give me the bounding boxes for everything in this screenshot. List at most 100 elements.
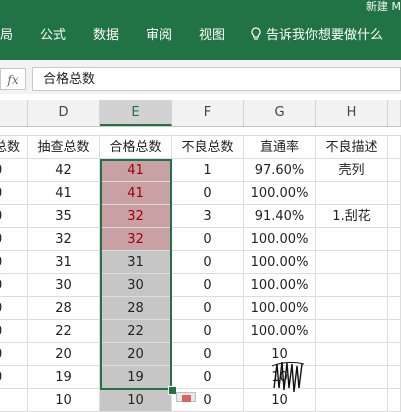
cell-h[interactable]: 壳列: [316, 159, 388, 182]
cell-g[interactable]: 91.40%: [244, 205, 316, 228]
tab-layout[interactable]: 局: [0, 24, 13, 43]
tab-formulas[interactable]: 公式: [40, 24, 66, 43]
cell-c[interactable]: 0: [0, 320, 28, 343]
cell-g[interactable]: 100.00%: [244, 320, 316, 343]
cell-h[interactable]: [316, 389, 388, 412]
cell-g[interactable]: 100.00%: [244, 182, 316, 205]
cell-i[interactable]: [388, 205, 401, 228]
cell-h[interactable]: 不良描述: [316, 136, 388, 159]
cell-e[interactable]: 19: [100, 366, 172, 389]
cell-e[interactable]: 31: [100, 251, 172, 274]
cell-i[interactable]: [388, 320, 401, 343]
cell-h[interactable]: [316, 343, 388, 366]
cell-d[interactable]: 42: [28, 159, 100, 182]
cell-g[interactable]: 100.00%: [244, 251, 316, 274]
cell-e[interactable]: 30: [100, 274, 172, 297]
cell-g[interactable]: 100.00%: [244, 228, 316, 251]
cell-h[interactable]: [316, 320, 388, 343]
cell-f[interactable]: 1: [172, 159, 244, 182]
cell-d[interactable]: 28: [28, 297, 100, 320]
cell-d[interactable]: 35: [28, 205, 100, 228]
cell-h[interactable]: [316, 274, 388, 297]
cell-d[interactable]: 20: [28, 343, 100, 366]
formula-input[interactable]: 合格总数: [32, 67, 401, 91]
cell-h[interactable]: [316, 366, 388, 389]
cell-f[interactable]: 0: [172, 343, 244, 366]
cell-e[interactable]: 20: [100, 343, 172, 366]
sheet-grid[interactable]: 总数抽查总数合格总数不良总数直通率不良描述04241197.60%壳列04141…: [0, 126, 401, 412]
cell-e[interactable]: 32: [100, 205, 172, 228]
cell-e[interactable]: 41: [100, 182, 172, 205]
cell-c[interactable]: 0: [0, 182, 28, 205]
cell-d[interactable]: 22: [28, 320, 100, 343]
cell-e[interactable]: 41: [100, 159, 172, 182]
cell-f[interactable]: 0: [172, 366, 244, 389]
cell-e[interactable]: 合格总数: [100, 136, 172, 159]
cell-c[interactable]: 0: [0, 159, 28, 182]
cell-c[interactable]: 0: [0, 297, 28, 320]
cell-i[interactable]: [388, 182, 401, 205]
column-header-e[interactable]: E: [100, 100, 172, 126]
column-header-g[interactable]: G: [244, 100, 316, 126]
tab-review[interactable]: 审阅: [146, 24, 172, 43]
cell-h[interactable]: [316, 297, 388, 320]
column-header-h[interactable]: H: [316, 100, 388, 126]
cell-c[interactable]: 0: [0, 274, 28, 297]
column-headers: D E F G H: [0, 100, 401, 127]
cell-d[interactable]: 10: [28, 389, 100, 412]
cell-f[interactable]: 0: [172, 182, 244, 205]
quick-analysis-button[interactable]: [176, 392, 196, 402]
cell-i[interactable]: [388, 343, 401, 366]
column-header-d[interactable]: D: [28, 100, 100, 126]
cell-i[interactable]: [388, 159, 401, 182]
cell-g[interactable]: 100.00%: [244, 297, 316, 320]
cell-d[interactable]: 19: [28, 366, 100, 389]
column-header-partial[interactable]: [0, 100, 28, 126]
cell-i[interactable]: [388, 366, 401, 389]
lightbulb-icon: [251, 27, 261, 40]
cell-f[interactable]: 3: [172, 205, 244, 228]
cell-f[interactable]: 0: [172, 274, 244, 297]
cell-d[interactable]: 32: [28, 228, 100, 251]
cell-d[interactable]: 31: [28, 251, 100, 274]
cell-f[interactable]: 0: [172, 297, 244, 320]
cell-h[interactable]: [316, 228, 388, 251]
ink-scribble: [272, 361, 305, 393]
cell-i[interactable]: [388, 228, 401, 251]
cell-h[interactable]: [316, 251, 388, 274]
column-header-f[interactable]: F: [172, 100, 244, 126]
cell-i[interactable]: [388, 297, 401, 320]
cell-i[interactable]: [388, 251, 401, 274]
cell-d[interactable]: 抽查总数: [28, 136, 100, 159]
cell-c[interactable]: [0, 389, 28, 412]
cell-d[interactable]: 41: [28, 182, 100, 205]
cell-i[interactable]: [388, 136, 401, 159]
column-header-partial-right[interactable]: [388, 100, 401, 126]
cell-c[interactable]: 总数: [0, 136, 28, 159]
cell-f[interactable]: 0: [172, 228, 244, 251]
tab-data[interactable]: 数据: [93, 24, 119, 43]
cell-g[interactable]: 97.60%: [244, 159, 316, 182]
cell-f[interactable]: 不良总数: [172, 136, 244, 159]
cell-d[interactable]: 30: [28, 274, 100, 297]
cell-h[interactable]: 1.刮花: [316, 205, 388, 228]
cell-i[interactable]: [388, 274, 401, 297]
cell-h[interactable]: [316, 182, 388, 205]
cell-f[interactable]: 0: [172, 320, 244, 343]
cell-c[interactable]: 0: [0, 205, 28, 228]
cell-c[interactable]: 0: [0, 251, 28, 274]
cell-c[interactable]: 0: [0, 366, 28, 389]
cell-g[interactable]: 直通率: [244, 136, 316, 159]
cell-i[interactable]: [388, 389, 401, 412]
function-icon[interactable]: fx: [0, 68, 26, 90]
tell-me-search[interactable]: 告诉我你想要做什么: [250, 24, 383, 43]
cell-e[interactable]: 22: [100, 320, 172, 343]
cell-c[interactable]: 0: [0, 228, 28, 251]
tab-view[interactable]: 视图: [199, 24, 225, 43]
cell-f[interactable]: 0: [172, 251, 244, 274]
cell-e[interactable]: 10: [100, 389, 172, 412]
cell-c[interactable]: 0: [0, 343, 28, 366]
cell-e[interactable]: 28: [100, 297, 172, 320]
cell-e[interactable]: 32: [100, 228, 172, 251]
cell-g[interactable]: 100.00%: [244, 274, 316, 297]
